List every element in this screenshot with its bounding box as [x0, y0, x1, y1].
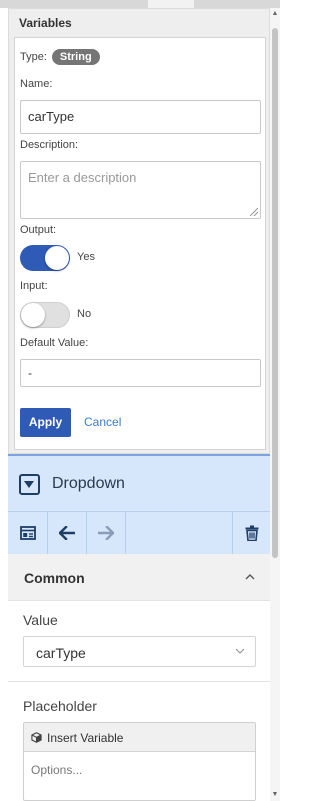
- output-label: Output:: [20, 224, 57, 236]
- scroll-up-arrow-icon[interactable]: ▲: [271, 10, 279, 18]
- value-select[interactable]: carType: [23, 636, 256, 667]
- variables-title: Variables: [19, 16, 72, 30]
- variables-panel: Variables Type: String Name: carType Des…: [8, 8, 270, 454]
- insert-variable-button[interactable]: Insert Variable: [24, 723, 255, 752]
- description-placeholder: Enter a description: [28, 170, 137, 185]
- insert-variable-label: Insert Variable: [47, 731, 124, 745]
- scroll-down-arrow-icon[interactable]: ▼: [271, 791, 279, 799]
- description-textarea[interactable]: Enter a description: [20, 161, 261, 219]
- value-selected: carType: [36, 645, 86, 661]
- cancel-link[interactable]: Cancel: [84, 415, 121, 429]
- input-label: Input:: [20, 280, 48, 292]
- section-divider: [8, 681, 270, 682]
- value-label: Value: [23, 612, 58, 628]
- arrow-right-icon: [97, 526, 114, 540]
- scrollbar-thumb[interactable]: [272, 28, 278, 558]
- top-tab[interactable]: [194, 0, 280, 8]
- properties-icon: [19, 526, 36, 540]
- type-badge: String: [51, 49, 100, 65]
- placeholder-editor: Insert Variable Options...: [23, 722, 256, 801]
- toggle-knob: [21, 303, 45, 327]
- default-value-label: Default Value:: [20, 337, 89, 349]
- resize-handle-icon[interactable]: [250, 208, 258, 216]
- options-input[interactable]: Options...: [31, 763, 82, 777]
- type-label: Type:: [20, 51, 47, 63]
- placeholder-label: Placeholder: [23, 698, 97, 714]
- arrow-left-icon: [58, 526, 75, 540]
- type-row: Type: String: [20, 48, 100, 66]
- output-toggle[interactable]: [20, 245, 70, 271]
- common-title: Common: [24, 570, 85, 586]
- delete-button[interactable]: [232, 512, 271, 554]
- top-tab[interactable]: [0, 0, 148, 8]
- top-tab-strip: [0, 0, 280, 8]
- widget-title: Dropdown: [52, 475, 125, 492]
- chevron-down-icon: [235, 648, 245, 654]
- cube-icon: [31, 732, 42, 743]
- input-toggle[interactable]: [20, 302, 70, 328]
- default-value-input[interactable]: -: [20, 359, 261, 387]
- output-state: Yes: [77, 251, 95, 263]
- name-label: Name:: [20, 78, 53, 90]
- move-right-button[interactable]: [86, 512, 125, 554]
- apply-button[interactable]: Apply: [20, 408, 71, 437]
- properties-button[interactable]: [8, 512, 47, 554]
- common-section-header[interactable]: Common: [8, 554, 270, 601]
- dropdown-icon: [19, 474, 40, 495]
- name-input[interactable]: carType: [20, 100, 261, 134]
- toggle-knob: [45, 246, 69, 270]
- chevron-up-icon[interactable]: [245, 572, 255, 582]
- widget-toolbar: [8, 511, 270, 554]
- description-label: Description:: [20, 139, 79, 151]
- variable-form: Type: String Name: carType Description: …: [14, 37, 266, 450]
- widget-header: Dropdown: [8, 454, 270, 511]
- trash-icon: [245, 525, 258, 541]
- input-state: No: [77, 308, 92, 320]
- move-left-button[interactable]: [47, 512, 86, 554]
- scrollbar[interactable]: ▲ ▼: [270, 8, 280, 801]
